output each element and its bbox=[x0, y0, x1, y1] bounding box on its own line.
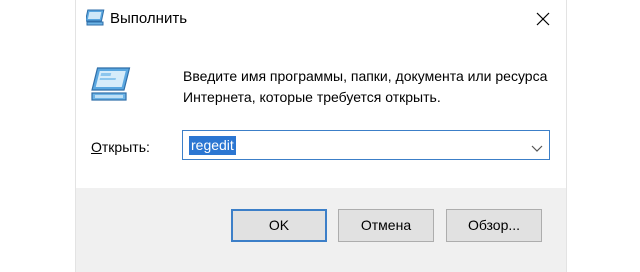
close-icon bbox=[536, 12, 550, 26]
run-dialog-icon bbox=[84, 9, 106, 27]
open-label: Открыть: bbox=[91, 138, 150, 156]
browse-button[interactable]: Обзор... bbox=[446, 209, 542, 242]
chevron-down-icon bbox=[531, 145, 543, 152]
dropdown-button[interactable] bbox=[531, 140, 543, 152]
open-label-accesskey: О bbox=[91, 139, 102, 155]
button-bar: OK Отмена Обзор... bbox=[76, 188, 566, 272]
open-input-value[interactable]: regedit bbox=[189, 136, 236, 155]
open-combobox[interactable]: regedit bbox=[182, 130, 550, 160]
title-bar: Выполнить bbox=[76, 0, 566, 38]
cancel-button[interactable]: Отмена bbox=[338, 209, 434, 242]
content-area: Введите имя программы, папки, документа … bbox=[76, 38, 566, 188]
open-label-text: ткрыть: bbox=[101, 139, 150, 155]
description-text: Введите имя программы, папки, документа … bbox=[183, 68, 548, 105]
run-dialog-icon bbox=[90, 66, 134, 106]
close-button[interactable] bbox=[530, 6, 556, 32]
run-dialog: Выполнить Введите имя программы, папки, … bbox=[75, 0, 567, 272]
window-title: Выполнить bbox=[110, 10, 188, 27]
ok-button[interactable]: OK bbox=[231, 209, 327, 242]
